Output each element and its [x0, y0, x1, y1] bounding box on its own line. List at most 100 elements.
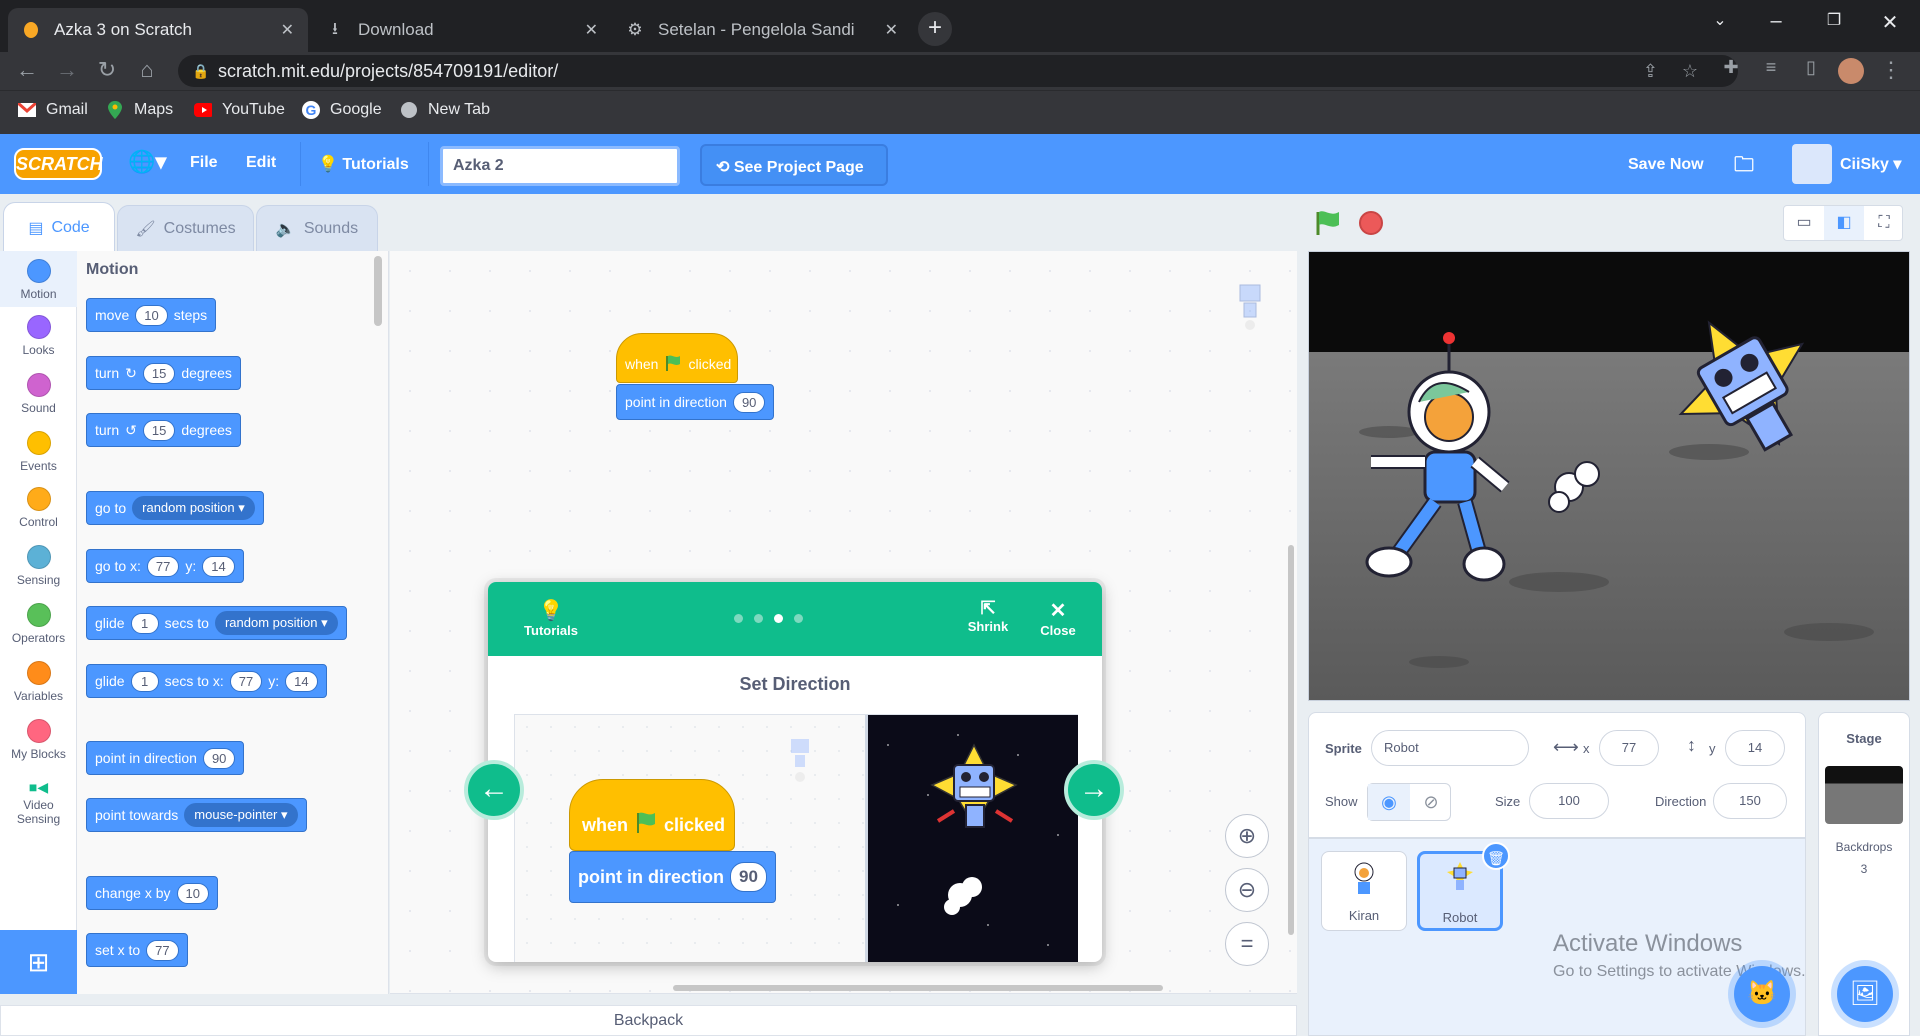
- user-avatar[interactable]: [1792, 144, 1832, 184]
- block-dropdown[interactable]: random position ▾: [132, 496, 255, 520]
- block-input[interactable]: 77: [229, 670, 263, 692]
- category-video-sensing[interactable]: ■◀ Video Sensing: [0, 771, 77, 835]
- tab-download[interactable]: ⭳ Download ✕: [312, 8, 612, 52]
- block-go-to-xy[interactable]: go to x: 77 y: 14: [86, 549, 244, 583]
- y-position-input[interactable]: 14: [1725, 730, 1785, 766]
- block-input[interactable]: 90: [202, 747, 236, 769]
- account-menu[interactable]: CiiSky ▾: [1840, 154, 1901, 174]
- extensions-icon[interactable]: ✚: [1716, 57, 1746, 78]
- bookmark-newtab[interactable]: New Tab: [400, 101, 490, 119]
- close-tutorial-button[interactable]: ✕ Close: [1028, 598, 1088, 638]
- block-set-x[interactable]: set x to 77: [86, 933, 188, 967]
- back-arrow-icon[interactable]: ←: [12, 57, 42, 83]
- block-input[interactable]: 90: [732, 391, 766, 413]
- size-input[interactable]: 100: [1529, 783, 1609, 819]
- small-stage-icon[interactable]: ▭: [1784, 206, 1824, 240]
- minimize-icon[interactable]: –: [1756, 10, 1796, 33]
- fullscreen-icon[interactable]: ⛶: [1864, 206, 1904, 240]
- file-menu[interactable]: File: [190, 154, 218, 172]
- bookmark-maps[interactable]: Maps: [106, 101, 173, 119]
- save-now-button[interactable]: Save Now: [1628, 156, 1704, 174]
- sprite-name-input[interactable]: Robot: [1371, 730, 1529, 766]
- workspace-vertical-scrollbar[interactable]: [1288, 545, 1294, 935]
- script-hat-when-flag-clicked[interactable]: when clicked: [616, 333, 738, 383]
- block-change-x[interactable]: change x by 10: [86, 876, 218, 910]
- tab-costumes[interactable]: 🖌 Costumes: [117, 205, 254, 251]
- choose-backdrop-button[interactable]: 🖼: [1837, 966, 1893, 1022]
- block-move-steps[interactable]: move 10 steps: [86, 298, 217, 332]
- block-go-to[interactable]: go to random position ▾: [86, 491, 264, 525]
- backpack-bar[interactable]: Backpack: [0, 1005, 1297, 1036]
- block-dropdown[interactable]: random position ▾: [214, 611, 338, 635]
- block-turn-left[interactable]: turn ↺ 15 degrees: [86, 413, 241, 447]
- window-close-icon[interactable]: ✕: [1870, 10, 1910, 35]
- block-input[interactable]: 77: [146, 555, 180, 577]
- hide-eye-icon[interactable]: ⊘: [1410, 784, 1452, 820]
- stop-icon[interactable]: [1359, 211, 1383, 235]
- block-input[interactable]: 15: [142, 362, 176, 384]
- block-dropdown[interactable]: mouse-pointer ▾: [184, 803, 298, 827]
- bookmark-gmail[interactable]: Gmail: [18, 101, 88, 119]
- chrome-menu-icon[interactable]: ⋮: [1876, 57, 1906, 83]
- category-operators[interactable]: Operators: [0, 595, 77, 653]
- see-project-page-button[interactable]: ⟲ See Project Page: [700, 144, 888, 186]
- step-dot-active[interactable]: [774, 614, 783, 623]
- category-looks[interactable]: Looks: [0, 307, 77, 365]
- block-input[interactable]: 1: [130, 612, 159, 634]
- project-title-input[interactable]: Azka 2: [440, 146, 680, 186]
- star-icon[interactable]: ☆: [1682, 55, 1698, 87]
- category-events[interactable]: Events: [0, 423, 77, 481]
- choose-sprite-button[interactable]: 🐱: [1734, 966, 1790, 1022]
- category-control[interactable]: Control: [0, 479, 77, 537]
- zoom-reset-button[interactable]: =: [1225, 922, 1269, 966]
- side-panel-icon[interactable]: ▯: [1796, 57, 1826, 78]
- reload-icon[interactable]: ↻: [92, 57, 122, 83]
- scratch-logo[interactable]: SCRATCH: [14, 148, 103, 180]
- media-icon[interactable]: ≡: [1756, 57, 1786, 78]
- next-step-button[interactable]: →: [1064, 760, 1124, 820]
- direction-input[interactable]: 150: [1713, 783, 1787, 819]
- tutorials-menu[interactable]: 💡 Tutorials: [318, 154, 409, 174]
- add-extension-button[interactable]: ⊞: [0, 930, 77, 994]
- block-turn-right[interactable]: turn ↻ 15 degrees: [86, 356, 241, 390]
- block-input[interactable]: 1: [130, 670, 159, 692]
- block-glide-to-xy[interactable]: glide 1 secs to x: 77 y: 14: [86, 664, 327, 698]
- shrink-button[interactable]: ⇱ Shrink: [958, 598, 1018, 634]
- delete-sprite-icon[interactable]: 🗑: [1482, 842, 1510, 870]
- restore-icon[interactable]: ❐: [1814, 10, 1854, 30]
- url-field[interactable]: 🔒 scratch.mit.edu/projects/854709191/edi…: [178, 55, 1738, 87]
- tab-scratch[interactable]: Azka 3 on Scratch ✕: [8, 8, 308, 52]
- tab-code[interactable]: ▤ Code: [3, 202, 115, 252]
- language-globe-icon[interactable]: 🌐▾: [128, 149, 166, 175]
- zoom-in-button[interactable]: ⊕: [1225, 814, 1269, 858]
- palette-scrollbar[interactable]: [374, 256, 382, 326]
- category-motion[interactable]: Motion: [0, 251, 77, 307]
- step-dot[interactable]: [734, 614, 743, 623]
- category-variables[interactable]: Variables: [0, 653, 77, 711]
- block-point-in-direction[interactable]: point in direction 90: [86, 741, 245, 775]
- block-glide-to[interactable]: glide 1 secs to random position ▾: [86, 606, 347, 640]
- block-input[interactable]: 14: [202, 555, 235, 577]
- close-tab-icon[interactable]: ✕: [281, 20, 294, 40]
- block-input[interactable]: 10: [135, 304, 168, 326]
- block-input[interactable]: 15: [142, 419, 176, 441]
- home-icon[interactable]: ⌂: [132, 57, 162, 83]
- sprite-thumb-kiran[interactable]: Kiran: [1321, 851, 1407, 931]
- tab-search-icon[interactable]: ⌄: [1700, 10, 1740, 30]
- bookmark-google[interactable]: G Google: [302, 101, 382, 119]
- category-my-blocks[interactable]: My Blocks: [0, 711, 77, 769]
- block-input[interactable]: 77: [146, 939, 179, 961]
- category-sound[interactable]: Sound: [0, 365, 77, 423]
- show-eye-icon[interactable]: ◉: [1368, 784, 1410, 820]
- x-position-input[interactable]: 77: [1599, 730, 1659, 766]
- sprite-thumb-robot[interactable]: Robot 🗑: [1417, 842, 1510, 931]
- green-flag-icon[interactable]: [1313, 209, 1341, 242]
- block-input[interactable]: 10: [176, 882, 209, 904]
- my-stuff-folder-icon[interactable]: 🗀: [1734, 150, 1754, 184]
- zoom-out-button[interactable]: ⊖: [1225, 868, 1269, 912]
- edit-menu[interactable]: Edit: [246, 154, 276, 172]
- block-input[interactable]: 14: [285, 670, 318, 692]
- bookmark-youtube[interactable]: YouTube: [194, 101, 285, 119]
- step-dot[interactable]: [794, 614, 803, 623]
- workspace-horizontal-scrollbar[interactable]: [673, 985, 1163, 991]
